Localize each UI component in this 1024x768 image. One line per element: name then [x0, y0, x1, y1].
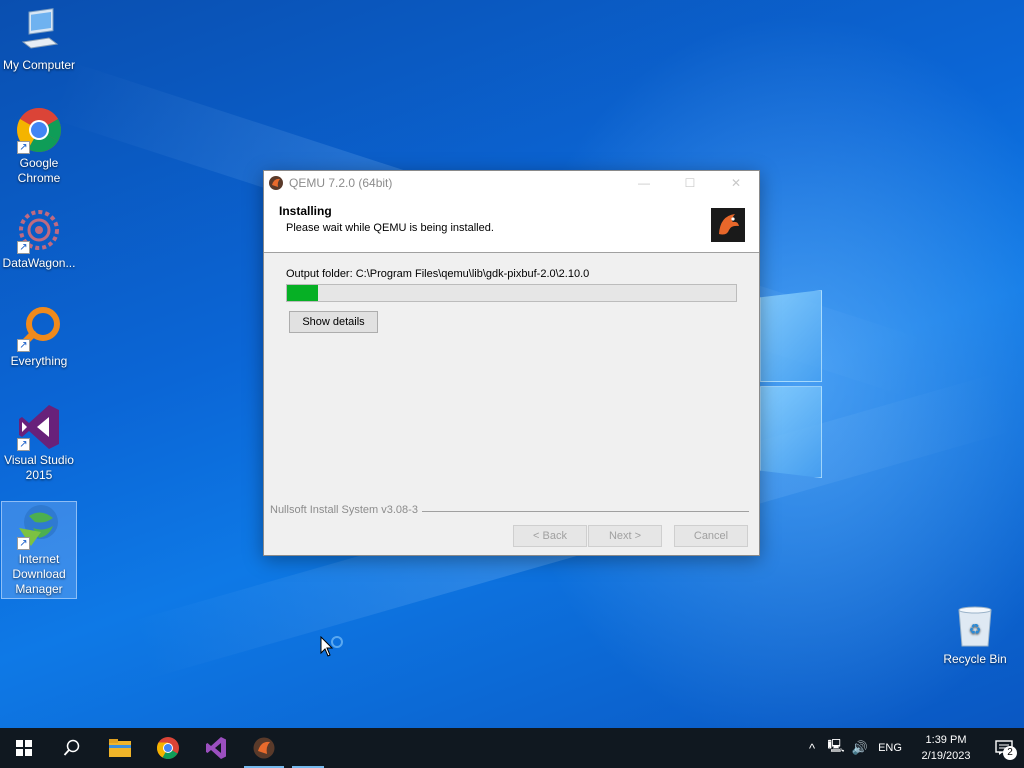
branding-divider: [422, 511, 749, 512]
shortcut-arrow-icon: ↗: [17, 339, 30, 352]
volume-icon[interactable]: 🔊: [848, 740, 872, 756]
installer-window: QEMU 7.2.0 (64bit) — ☐ ✕ Installing Plea…: [263, 170, 760, 556]
installer-body: Output folder: C:\Program Files\qemu\lib…: [264, 253, 759, 555]
desktop-icon-recycle-bin[interactable]: ♻ Recycle Bin: [936, 602, 1014, 667]
taskbar-running-app[interactable]: [288, 728, 328, 768]
desktop-icon-label: Everything: [10, 354, 68, 368]
desktop-icon-my-computer[interactable]: My Computer: [0, 8, 78, 73]
page-subtitle: Please wait while QEMU is being installe…: [286, 222, 494, 234]
svg-text:♻: ♻: [969, 621, 982, 637]
network-icon[interactable]: 🖳: [824, 737, 848, 759]
start-icon: [16, 740, 32, 756]
qemu-icon: [253, 737, 275, 759]
computer-icon: [15, 8, 63, 56]
desktop-icon-label: My Computer: [2, 58, 76, 72]
recycle-bin-icon: ♻: [951, 602, 999, 650]
shortcut-arrow-icon: ↗: [17, 241, 30, 254]
everything-search-icon: ↗: [15, 304, 63, 352]
taskbar-file-explorer[interactable]: [96, 728, 144, 768]
desktop-icon-visual-studio[interactable]: ↗ Visual Studio 2015: [0, 403, 78, 483]
shortcut-arrow-icon: ↗: [17, 537, 30, 550]
visual-studio-icon: [206, 737, 226, 759]
taskbar-chrome[interactable]: [144, 728, 192, 768]
search-button[interactable]: [48, 728, 96, 768]
chrome-icon: ↗: [15, 106, 63, 154]
visual-studio-icon: ↗: [15, 403, 63, 451]
output-folder-text: Output folder: C:\Program Files\qemu\lib…: [286, 268, 590, 280]
system-tray: ^ 🖳 🔊 ENG 1:39 PM 2/19/2023 2: [800, 728, 1024, 768]
qemu-icon: [268, 175, 284, 191]
desktop-icon-google-chrome[interactable]: ↗ Google Chrome: [0, 106, 78, 186]
title-bar[interactable]: QEMU 7.2.0 (64bit) — ☐ ✕: [264, 171, 759, 195]
datawagon-icon: ↗: [15, 206, 63, 254]
shortcut-arrow-icon: ↗: [17, 141, 30, 154]
taskbar-qemu-installer[interactable]: [240, 728, 288, 768]
installer-header: Installing Please wait while QEMU is bei…: [264, 195, 759, 253]
desktop-icon-label: Internet Download Manager: [12, 552, 66, 596]
desktop-icon-label: Visual Studio 2015: [4, 453, 74, 482]
taskbar-visual-studio[interactable]: [192, 728, 240, 768]
desktop-icon-label: DataWagon...: [2, 256, 76, 270]
clock-time: 1:39 PM: [925, 734, 967, 746]
back-button[interactable]: < Back: [513, 525, 587, 547]
search-icon: [63, 739, 80, 756]
start-button[interactable]: [0, 728, 48, 768]
notification-badge: 2: [1003, 746, 1017, 760]
language-indicator[interactable]: ENG: [872, 742, 908, 754]
install-progress-bar: [286, 284, 737, 302]
maximize-button[interactable]: ☐: [667, 171, 713, 195]
notification-center-button[interactable]: 2: [984, 728, 1024, 768]
clock[interactable]: 1:39 PM 2/19/2023: [908, 732, 984, 764]
mouse-cursor-busy-icon: [320, 635, 348, 663]
taskbar: ^ 🖳 🔊 ENG 1:39 PM 2/19/2023 2: [0, 728, 1024, 768]
nsis-branding: Nullsoft Install System v3.08-3: [270, 504, 418, 516]
shortcut-arrow-icon: ↗: [17, 438, 30, 451]
window-title: QEMU 7.2.0 (64bit): [289, 176, 393, 190]
next-button[interactable]: Next >: [588, 525, 662, 547]
cancel-button[interactable]: Cancel: [674, 525, 748, 547]
idm-icon: ↗: [15, 502, 63, 550]
page-title: Installing: [279, 204, 332, 218]
desktop-icon-label: Google Chrome: [17, 156, 61, 185]
progress-fill: [287, 285, 319, 301]
desktop-icon-label: Recycle Bin: [943, 652, 1007, 666]
chrome-icon: [157, 737, 179, 759]
chevron-up-icon[interactable]: ^: [800, 741, 824, 756]
file-explorer-icon: [109, 739, 131, 757]
desktop-icon-internet-download-manager[interactable]: ↗ Internet Download Manager: [1, 501, 77, 599]
desktop-icon-datawagon[interactable]: ↗ DataWagon...: [0, 206, 78, 271]
minimize-button[interactable]: —: [621, 171, 667, 195]
desktop-icon-everything[interactable]: ↗ Everything: [0, 304, 78, 369]
qemu-logo-icon: [711, 208, 745, 242]
close-button[interactable]: ✕: [713, 171, 759, 195]
show-details-button[interactable]: Show details: [289, 311, 378, 333]
clock-date: 2/19/2023: [921, 750, 971, 762]
